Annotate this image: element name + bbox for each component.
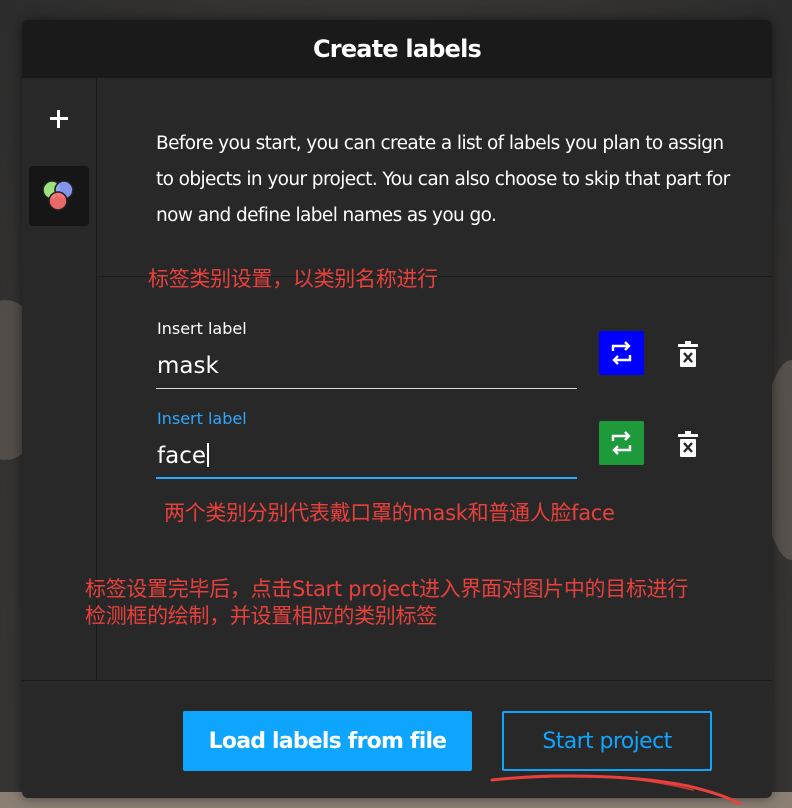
- dialog-title: Create labels: [312, 35, 482, 63]
- delete-label-button[interactable]: [678, 431, 698, 457]
- trash-icon: [678, 431, 698, 457]
- repeat-icon: [611, 431, 632, 455]
- label-input[interactable]: face: [156, 437, 577, 479]
- plus-icon[interactable]: [46, 106, 72, 132]
- dialog-description: Before you start, you can create a list …: [156, 133, 730, 226]
- trash-icon: [678, 341, 698, 367]
- change-color-button[interactable]: [599, 421, 644, 465]
- load-labels-button[interactable]: Load labels from file: [183, 711, 472, 771]
- label-row: Insert label mask: [156, 319, 746, 395]
- repeat-icon: [611, 341, 632, 365]
- dialog-header: Create labels: [22, 20, 772, 78]
- annotation-line: 检测框的绘制，并设置相应的类别标签: [85, 604, 437, 628]
- annotation-categories: 两个类别分别代表戴口罩的mask和普通人脸face: [164, 501, 615, 525]
- annotation-start-hint: 标签设置完毕后，点击Start project进入界面对图片中的目标进行 检测框…: [85, 576, 688, 630]
- color-circles-icon: [42, 180, 74, 211]
- label-field-caption: Insert label: [157, 409, 247, 428]
- label-input[interactable]: mask: [156, 347, 577, 389]
- annotation-line: 标签设置完毕后，点击Start project进入界面对图片中的目标进行: [85, 577, 689, 601]
- label-input-value: face: [157, 443, 206, 469]
- create-labels-dialog: Create labels Before you start, you can …: [22, 20, 772, 798]
- label-row: Insert label face: [156, 409, 746, 485]
- start-project-button[interactable]: Start project: [502, 711, 712, 771]
- annotation-label-setup: 标签类别设置，以类别名称进行: [148, 267, 438, 291]
- delete-label-button[interactable]: [678, 341, 698, 367]
- label-field-caption: Insert label: [157, 319, 247, 338]
- palette-button[interactable]: [29, 166, 89, 226]
- red-underline-mark: [490, 774, 742, 806]
- text-caret: [207, 443, 209, 467]
- change-color-button[interactable]: [599, 331, 644, 375]
